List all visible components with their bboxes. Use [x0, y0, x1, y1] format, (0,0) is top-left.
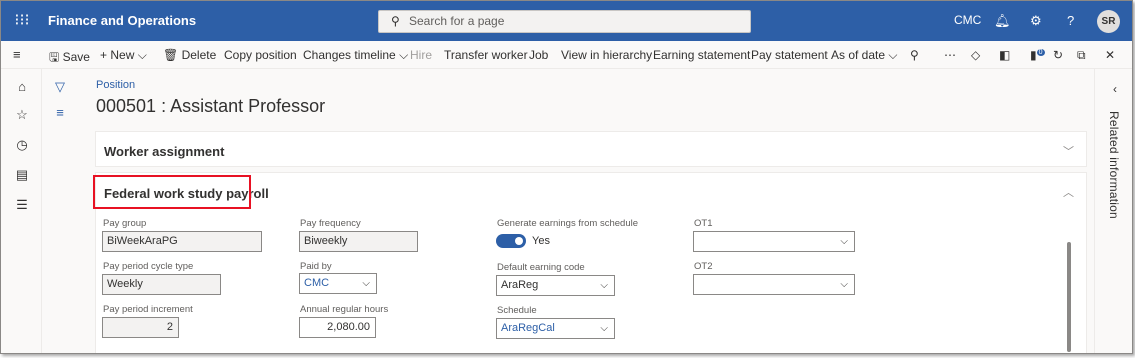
- pay-group-label: Pay group: [103, 218, 147, 229]
- top-bar: ⁝⁝⁝ Finance and Operations ⚲ Search for a…: [1, 1, 1132, 41]
- toggle-knob: [515, 237, 523, 245]
- bell-icon[interactable]: 🔔︎: [994, 13, 1011, 29]
- search-placeholder: Search for a page: [409, 14, 505, 28]
- chevron-down-icon: ⌵: [600, 280, 608, 291]
- action-bar: ≡ 🖫︎ Save + New ⌵ 🗑︎ Delete Copy positio…: [1, 41, 1132, 69]
- annual-regular-hours-label: Annual regular hours: [300, 304, 389, 315]
- main-content: Position 000501 : Assistant Professor Wo…: [76, 69, 1094, 353]
- hire-button[interactable]: Hire: [410, 48, 432, 62]
- avatar[interactable]: SR: [1097, 10, 1120, 33]
- open-new-window-icon[interactable]: ⧉: [1077, 48, 1086, 63]
- app-name[interactable]: Finance and Operations: [48, 13, 196, 28]
- navigation-rail: ⌂ ☆ ◷ ▤ ☰: [1, 69, 42, 353]
- related-information-label[interactable]: Related information: [1107, 111, 1121, 219]
- ot1-label: OT1: [694, 218, 713, 229]
- chevron-down-icon: ⌵: [362, 278, 370, 289]
- help-icon[interactable]: ?: [1067, 13, 1074, 28]
- home-icon[interactable]: ⌂: [14, 79, 30, 95]
- company-picker[interactable]: CMC: [954, 13, 981, 27]
- chevron-down-icon: ⌵: [600, 323, 608, 334]
- default-earning-code-label: Default earning code: [497, 262, 585, 273]
- close-icon[interactable]: ✕: [1105, 48, 1115, 62]
- attachments-icon[interactable]: ▮ 0: [1030, 48, 1045, 62]
- chevron-left-icon[interactable]: ‹: [1107, 81, 1123, 97]
- pay-period-cycle-type-label: Pay period cycle type: [103, 261, 194, 272]
- pay-statement-button[interactable]: Pay statement: [751, 48, 828, 62]
- filter-column: ▽ ≡: [46, 69, 74, 353]
- hamburger-icon[interactable]: ≡: [13, 47, 21, 62]
- pay-frequency-field[interactable]: Biweekly: [299, 231, 418, 252]
- worker-assignment-section[interactable]: Worker assignment ﹀: [95, 131, 1087, 167]
- chevron-down-icon: ⌵: [888, 48, 898, 62]
- default-earning-code-select[interactable]: AraReg ⌵: [496, 275, 615, 296]
- ot2-select[interactable]: ⌵: [693, 274, 855, 295]
- search-input[interactable]: ⚲ Search for a page: [378, 10, 751, 33]
- new-button[interactable]: + New ⌵: [100, 48, 147, 63]
- chevron-up-icon[interactable]: ︿: [1063, 184, 1074, 200]
- section-title: Worker assignment: [104, 144, 225, 159]
- copy-position-button[interactable]: Copy position: [224, 48, 297, 62]
- generate-earnings-value: Yes: [532, 235, 550, 247]
- job-button[interactable]: Job: [529, 48, 548, 62]
- filter-icon[interactable]: ▽: [52, 79, 68, 95]
- earning-statement-button[interactable]: Earning statement: [653, 48, 750, 62]
- delete-button[interactable]: 🗑︎ Delete: [163, 48, 216, 62]
- recent-icon[interactable]: ◷: [14, 137, 30, 153]
- paid-by-label: Paid by: [300, 261, 332, 272]
- chevron-down-icon: ⌵: [840, 236, 848, 247]
- trash-icon: 🗑︎: [163, 48, 179, 62]
- schedule-select[interactable]: AraRegCal ⌵: [496, 318, 615, 339]
- plus-icon: +: [100, 48, 108, 62]
- diamond-icon[interactable]: ◇: [971, 48, 980, 62]
- app-window: ⁝⁝⁝ Finance and Operations ⚲ Search for a…: [0, 0, 1133, 354]
- waffle-icon[interactable]: ⁝⁝⁝: [13, 12, 31, 30]
- pay-period-cycle-type-field[interactable]: Weekly: [102, 274, 221, 295]
- annual-regular-hours-field[interactable]: 2,080.00: [299, 317, 376, 338]
- pay-group-field[interactable]: BiWeekAraPG: [102, 231, 262, 252]
- as-of-date-button[interactable]: As of date ⌵: [831, 48, 898, 63]
- refresh-icon[interactable]: ↻: [1053, 48, 1063, 62]
- save-button[interactable]: 🖫︎ Save: [49, 48, 90, 69]
- search-icon[interactable]: ⚲: [910, 48, 919, 62]
- page-title: 000501 : Assistant Professor: [96, 96, 326, 116]
- office-icon[interactable]: ◧: [999, 48, 1010, 62]
- list-icon[interactable]: ≡: [52, 105, 68, 121]
- highlight-box: [93, 175, 251, 209]
- transfer-worker-button[interactable]: Transfer worker: [444, 48, 528, 62]
- breadcrumb[interactable]: Position: [96, 79, 135, 91]
- chevron-down-icon: ⌵: [399, 48, 409, 62]
- generate-earnings-toggle[interactable]: [496, 234, 526, 248]
- search-icon: ⚲: [391, 14, 400, 28]
- ot1-select[interactable]: ⌵: [693, 231, 855, 252]
- workspaces-icon[interactable]: ▤: [14, 167, 30, 183]
- generate-earnings-label: Generate earnings from schedule: [497, 218, 638, 229]
- ot2-label: OT2: [694, 261, 713, 272]
- gear-icon[interactable]: ⚙: [1030, 13, 1042, 29]
- pay-period-increment-label: Pay period increment: [103, 304, 193, 315]
- pay-frequency-label: Pay frequency: [300, 218, 361, 229]
- chevron-down-icon: ⌵: [840, 279, 848, 290]
- changes-timeline-button[interactable]: Changes timeline ⌵: [303, 48, 408, 63]
- save-icon: 🖫︎: [49, 50, 60, 64]
- modules-icon[interactable]: ☰: [14, 197, 30, 213]
- chevron-down-icon[interactable]: ﹀: [1063, 143, 1074, 159]
- favorites-icon[interactable]: ☆: [14, 107, 30, 123]
- paid-by-select[interactable]: CMC ⌵: [299, 273, 377, 294]
- more-icon[interactable]: ⋯: [944, 48, 956, 62]
- pay-period-increment-field[interactable]: 2: [102, 317, 179, 338]
- vertical-scrollbar[interactable]: [1067, 242, 1071, 352]
- chevron-down-icon: ⌵: [137, 48, 147, 62]
- related-information-pane[interactable]: ‹ Related information: [1094, 69, 1132, 353]
- schedule-label: Schedule: [497, 305, 537, 316]
- view-in-hierarchy-button[interactable]: View in hierarchy: [561, 48, 652, 62]
